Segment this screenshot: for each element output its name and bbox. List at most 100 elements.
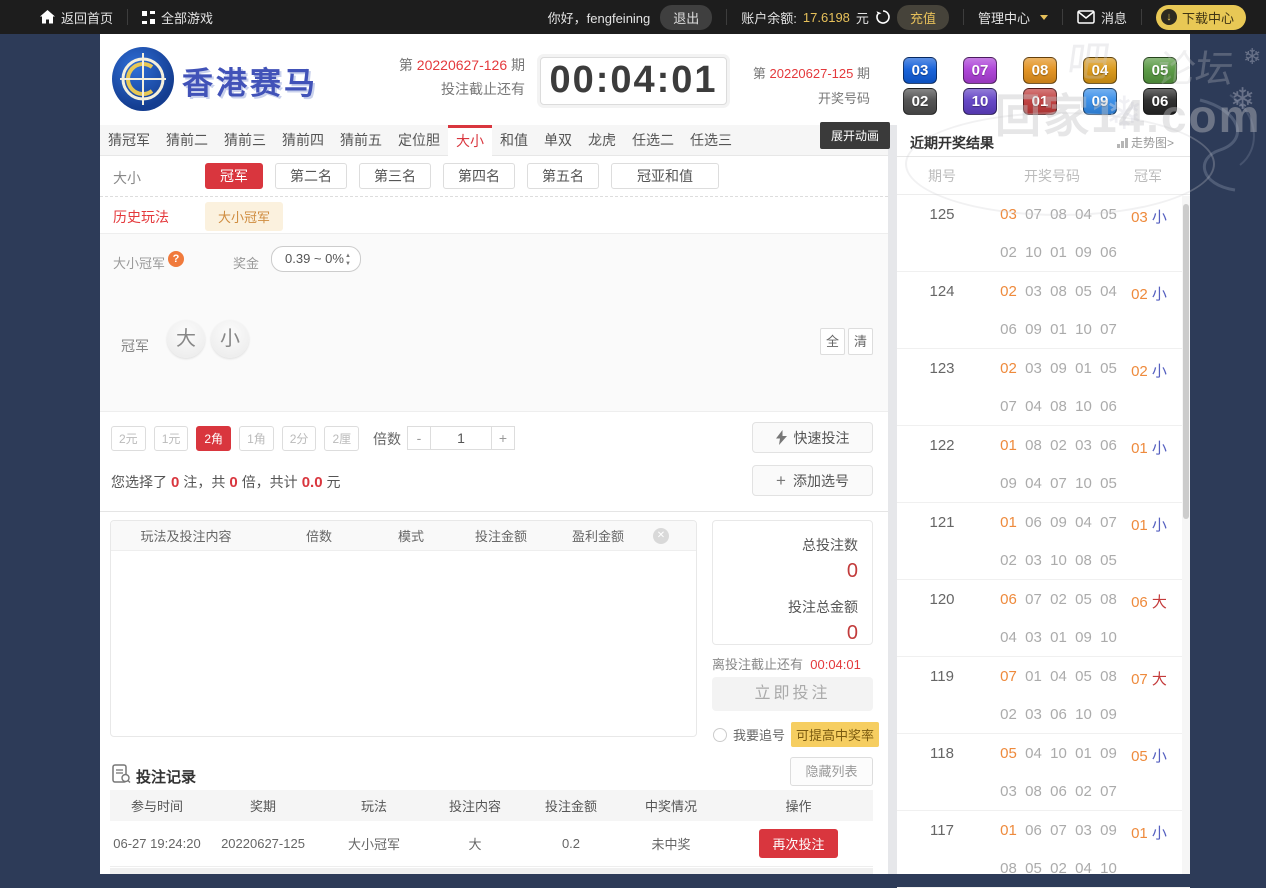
- tab-猜前二[interactable]: 猜前二: [158, 125, 216, 155]
- quick-bet-button[interactable]: 快速投注: [752, 422, 873, 453]
- denomination-2角[interactable]: 2角: [196, 426, 232, 451]
- record-cell: 06-27 19:24:20: [113, 836, 201, 851]
- watermark-snowflake: ❄: [1243, 44, 1262, 69]
- grid-icon: [142, 10, 156, 24]
- result-number: 04: [1000, 629, 1017, 646]
- chase-radio[interactable]: [713, 727, 727, 742]
- result-number: 07: [1100, 783, 1117, 800]
- clear-slip-icon[interactable]: ✕: [653, 527, 669, 544]
- champion-cell: 01 小: [1131, 517, 1167, 534]
- tab-任选二[interactable]: 任选二: [624, 125, 682, 155]
- admin-center-menu[interactable]: 管理中心: [978, 8, 1048, 27]
- denomination-1元[interactable]: 1元: [153, 426, 189, 451]
- records-col-4: 投注金额: [544, 799, 597, 814]
- tab-大小[interactable]: 大小: [448, 125, 492, 157]
- hide-list-button[interactable]: 隐藏列表: [790, 757, 873, 786]
- col-numbers: 开奖号码: [1024, 167, 1080, 184]
- sidebar-scrollbar[interactable]: [1182, 196, 1190, 874]
- tab-和值[interactable]: 和值: [492, 125, 536, 155]
- trend-link[interactable]: 走势图>: [1116, 134, 1174, 151]
- result-number: 08: [1050, 283, 1067, 300]
- tab-猜前五[interactable]: 猜前五: [332, 125, 390, 155]
- result-number: 01: [1050, 629, 1067, 646]
- champion-cell: 02 小: [1131, 286, 1167, 303]
- row-label: 冠军: [121, 338, 149, 354]
- result-number: 05: [1100, 552, 1117, 569]
- position-第三名[interactable]: 第三名: [359, 163, 431, 189]
- option-big[interactable]: 大: [167, 320, 205, 358]
- multiple-minus-button[interactable]: -: [407, 426, 431, 450]
- multiple-input[interactable]: 1: [431, 426, 491, 450]
- position-第二名[interactable]: 第二名: [275, 163, 347, 189]
- result-number: 06: [1000, 321, 1017, 338]
- deadline-text: 离投注截止还有 00:04:01: [712, 657, 861, 672]
- result-number: 02: [1000, 360, 1017, 377]
- result-number: 02: [1050, 860, 1067, 877]
- tab-猜冠军[interactable]: 猜冠军: [100, 125, 158, 155]
- bonus-select[interactable]: 0.39 ~ 0% ▲ ▼: [271, 246, 361, 272]
- history-play-tag[interactable]: 大小冠军: [205, 202, 284, 231]
- tab-猜前三[interactable]: 猜前三: [216, 125, 274, 155]
- result-number: 04: [1075, 206, 1092, 223]
- denomination-2厘[interactable]: 2厘: [324, 426, 360, 451]
- tab-定位胆[interactable]: 定位胆: [390, 125, 448, 155]
- option-small[interactable]: 小: [211, 320, 249, 358]
- messages-link[interactable]: 消息: [1077, 8, 1127, 27]
- result-number: 01: [1050, 244, 1067, 261]
- bet-now-button[interactable]: 立即投注: [712, 677, 873, 711]
- select-all-button[interactable]: 全: [820, 328, 845, 355]
- champion-cell: 06 大: [1131, 594, 1167, 611]
- chase-row: 我要追号 可提高中奖率: [713, 722, 880, 747]
- add-selection-button[interactable]: + 添加选号: [752, 465, 873, 496]
- logo: [112, 47, 174, 111]
- denomination-2分[interactable]: 2分: [281, 426, 317, 451]
- slip-col-0: 玩法及投注内容: [140, 529, 232, 544]
- result-number: 09: [1075, 244, 1092, 261]
- tab-猜前四[interactable]: 猜前四: [274, 125, 332, 155]
- result-number: 08: [1000, 860, 1017, 877]
- result-ball: 08: [1023, 57, 1057, 84]
- watermark-snowflake: ❄: [1230, 83, 1256, 116]
- game-tabs: 猜冠军 猜前二 猜前三 猜前四 猜前五 定位胆 大小 和值 单双 龙虎 任选二 任选三: [100, 125, 888, 157]
- help-icon[interactable]: ?: [168, 251, 184, 267]
- tab-单双[interactable]: 单双: [536, 125, 580, 155]
- result-number: 06: [1025, 822, 1042, 839]
- result-number: 04: [1050, 668, 1067, 685]
- bet-again-button[interactable]: 再次投注: [759, 829, 838, 858]
- balance-label: 账户余额:: [741, 10, 797, 26]
- position-冠军[interactable]: 冠军: [205, 163, 263, 189]
- download-center-button[interactable]: ↓ 下载中心: [1155, 4, 1246, 30]
- result-row-122: 122 01 08 02 03 06 09 04 07 10 05 01 小: [897, 426, 1190, 503]
- result-number: 03: [1025, 706, 1042, 723]
- tab-任选三[interactable]: 任选三: [682, 125, 740, 155]
- recharge-button[interactable]: 充值: [896, 4, 949, 30]
- denomination-2元[interactable]: 2元: [111, 426, 146, 451]
- result-row-120: 120 06 07 02 05 08 04 03 01 09 10 06 大: [897, 580, 1190, 657]
- all-games-link[interactable]: 全部游戏: [142, 8, 213, 27]
- position-第五名[interactable]: 第五名: [527, 163, 599, 189]
- position-冠亚和值[interactable]: 冠亚和值: [611, 163, 719, 189]
- position-第四名[interactable]: 第四名: [443, 163, 515, 189]
- result-number: 07: [1100, 321, 1117, 338]
- result-number: 09: [1100, 822, 1117, 839]
- records-col-2: 玩法: [360, 799, 387, 814]
- result-row-118: 118 05 04 10 01 09 03 08 06 02 07 05 小: [897, 734, 1190, 811]
- history-play-label[interactable]: 历史玩法: [113, 207, 169, 227]
- multiple-plus-button[interactable]: +: [491, 426, 515, 450]
- result-number: 05: [1075, 591, 1092, 608]
- home-link[interactable]: 返回首页: [40, 8, 113, 27]
- result-number: 09: [1100, 706, 1117, 723]
- refresh-icon[interactable]: [875, 9, 891, 25]
- total-amount-value: 0: [846, 622, 858, 644]
- multiple-label: 倍数: [373, 431, 401, 447]
- logout-button[interactable]: 退出: [660, 4, 713, 30]
- tab-龙虎[interactable]: 龙虎: [580, 125, 624, 155]
- expand-animation-button[interactable]: 展开动画: [820, 122, 891, 149]
- result-number: 09: [1075, 629, 1092, 646]
- result-number: 09: [1050, 360, 1067, 377]
- result-number: 09: [1000, 475, 1017, 492]
- slip-col-2: 模式: [397, 529, 424, 544]
- clear-button[interactable]: 清: [848, 328, 873, 355]
- result-number: 05: [1075, 283, 1092, 300]
- denomination-1角[interactable]: 1角: [239, 426, 274, 451]
